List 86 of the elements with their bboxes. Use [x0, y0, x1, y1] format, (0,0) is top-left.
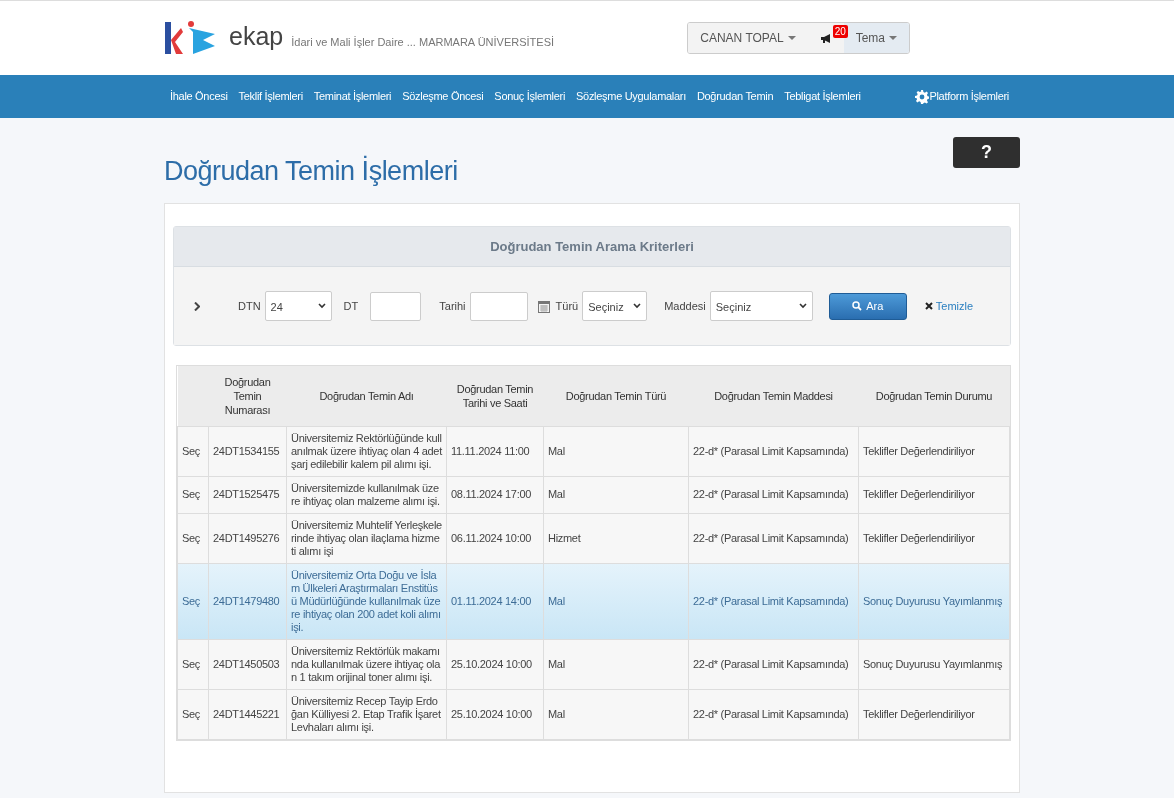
table-cell-text: 25.10.2024 10:00 [451, 707, 533, 721]
dropdown-icon [633, 303, 642, 309]
table-cell-text: 24DT1534155 [213, 444, 281, 458]
platform-menu-link[interactable]: Platform İşlemleri [915, 88, 1009, 105]
table-cell: Üniversitemiz Recep Tayip Erdoğan Külliyesi 2. Etap Trafik İşaret Levhaları alımı işi. [291, 694, 442, 734]
nav-link[interactable]: Tebligat İşlemleri [784, 88, 861, 105]
nav-link[interactable]: Teklif İşlemleri [238, 88, 303, 105]
text-field[interactable] [370, 291, 422, 321]
table-cell-text: 22-d* (Parasal Limit Kapsamında) [693, 707, 850, 721]
table-cell: Üniversitemiz Orta Doğu ve İslam Ülkeleri Araştırmaları Enstitüsü Müdürlüğünde kullanılmak üzere ihtiyaç olan 200 adet koli alımı işi. [291, 568, 442, 634]
table-cell-text: Mal [548, 657, 566, 671]
text-field[interactable] [469, 291, 528, 321]
select-link[interactable]: Seç [182, 657, 204, 671]
table-cell-text: Hizmet [548, 531, 582, 545]
dropdown-icon [798, 303, 807, 309]
column-header: Doğrudan Temin Maddesi [688, 366, 859, 426]
table-cell-text: 24DT1495276 [213, 531, 281, 545]
user-menu-button[interactable]: CANAN TOPAL [688, 23, 808, 53]
table-cell-text: Teklifler Değerlendiriliyor [863, 531, 976, 545]
table-cell-text: 24DT1479480 [213, 594, 281, 608]
table-cell: Üniversitemiz Rektörlüğünde kullanılmak üzere ihtiyaç olan 4 adet şarj edilebilir kalem pil alımı işi. [291, 431, 442, 471]
table-cell-text: Üniversitemizde kullanılmak üzere ihtiyaç olan malzeme alımı işi. [291, 481, 441, 508]
column-header: Doğrudan Temin Durumu [858, 366, 1010, 426]
table-cell-text: Teklifler Değerlendiriliyor [863, 707, 976, 721]
select-field[interactable]: 24 [264, 291, 332, 321]
select-field[interactable]: Seçiniz [582, 291, 648, 321]
table-cell-text: Mal [548, 444, 566, 458]
page-title: Doğrudan Temin İşlemleri [164, 154, 458, 188]
table-cell-text: 01.11.2024 14:00 [451, 594, 533, 608]
column-header: Doğrudan Temin Tarihi ve Saati [446, 366, 544, 426]
table-cell-text: 24DT1525475 [213, 488, 281, 501]
field-label: Tarihi [439, 298, 466, 314]
column-header: Doğrudan Temin Adı [286, 366, 447, 426]
search-icon [852, 301, 863, 311]
notification-badge: 20 [832, 25, 848, 38]
nav-link[interactable]: Doğrudan Temin [696, 88, 774, 105]
close-icon [924, 302, 933, 310]
panel-title: Doğrudan Temin Arama Kriterleri [174, 227, 1010, 267]
table-cell-text: 24DT1450503 [213, 657, 281, 671]
logo-text: ekap [229, 23, 284, 49]
help-button[interactable]: ? [953, 137, 1020, 168]
table-cell: Üniversitemiz Muhtelif Yerleşkelerinde ihtiyaç olan ilaçlama hizmeti alımı işi [291, 518, 442, 558]
table-cell-text: Mal [548, 594, 566, 608]
select-link[interactable]: Seç [182, 531, 204, 545]
table-cell-text: 22-d* (Parasal Limit Kapsamında) [693, 657, 850, 671]
column-header: Doğrudan Temin Türü [543, 366, 689, 426]
table-cell-text: Mal [548, 488, 566, 501]
field-label: Maddesi [664, 298, 706, 314]
nav-link[interactable]: Sözleşme Uygulamaları [576, 88, 686, 105]
table-cell-text: Teklifler Değerlendiriliyor [863, 488, 976, 501]
column-header: Doğrudan Temin Numarası [208, 366, 287, 426]
select-link[interactable]: Seç [182, 707, 204, 721]
dropdown-icon [317, 303, 326, 309]
megaphone-icon [819, 32, 832, 44]
table-cell-text: 08.11.2024 17:00 [451, 488, 533, 501]
select-field[interactable]: Seçiniz [709, 291, 813, 321]
table-cell-text: 11.11.2024 11:00 [451, 444, 531, 458]
chevron-right-icon [194, 301, 200, 311]
clear-link[interactable]: Temizle [924, 297, 974, 315]
field-label: DTN [238, 298, 261, 314]
institution-name: İdari ve Mali İşler Daire ... MARMARA ÜNİVERSİTESİ [291, 34, 555, 50]
search-button[interactable]: Ara [828, 292, 907, 320]
nav-link[interactable]: Sözleşme Öncesi [402, 88, 484, 105]
table-cell-text: 24DT1445221 [213, 707, 281, 721]
table-cell-text: 22-d* (Parasal Limit Kapsamında) [693, 531, 850, 545]
nav-link[interactable]: Teminat İşlemleri [313, 88, 392, 105]
table-cell-text: 06.11.2024 10:00 [451, 531, 533, 545]
table-cell-text: Mal [548, 707, 566, 721]
table-cell-text: 22-d* (Parasal Limit Kapsamında) [693, 594, 850, 608]
table-cell-text: 22-d* (Parasal Limit Kapsamında) [693, 444, 850, 458]
table-cell-text: Sonuç Duyurusu Yayımlanmış [863, 594, 1004, 608]
table-cell-text: 22-d* (Parasal Limit Kapsamında) [693, 488, 850, 501]
field-label: DT [343, 298, 359, 314]
settings-icon [915, 89, 930, 104]
select-link[interactable]: Seç [182, 444, 204, 458]
table-cell-text: Sonuç Duyurusu Yayımlanmış [863, 657, 1004, 671]
table-cell-text: 25.10.2024 10:00 [451, 657, 533, 671]
calendar-icon[interactable] [537, 299, 550, 313]
nav-link[interactable]: Sonuç İşlemleri [494, 88, 566, 105]
caret-icon [787, 36, 796, 40]
nav-link[interactable]: İhale Öncesi [170, 88, 228, 105]
caret-icon [889, 36, 897, 40]
table-cell: Üniversitemiz Rektörlük makamında kullanılmak üzere ihtiyaç olan 1 takım orijinal toner alımı işi. [291, 644, 442, 684]
select-link[interactable]: Seç [182, 594, 204, 608]
table-cell-text: Teklifler Değerlendiriliyor [863, 444, 976, 458]
field-label: Türü [555, 298, 579, 314]
